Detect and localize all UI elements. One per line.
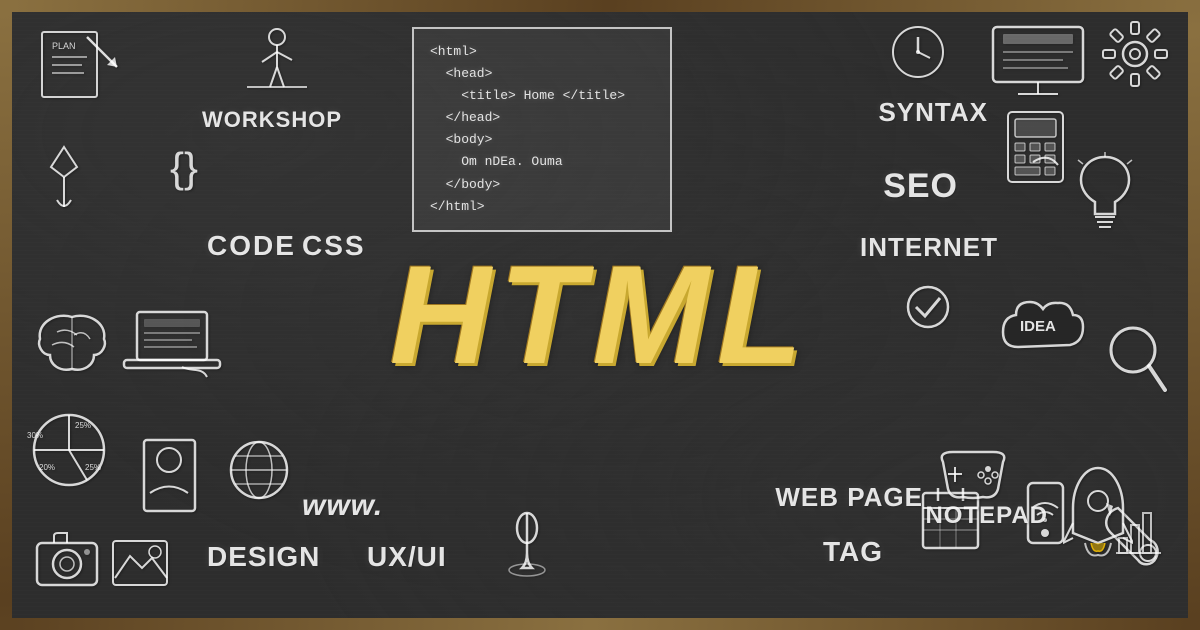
clock-icon xyxy=(888,22,948,87)
camera-icon xyxy=(32,528,102,593)
tag-label: TAG xyxy=(823,536,883,568)
www-label: www. xyxy=(302,489,383,523)
calculator-icon xyxy=(1003,107,1068,192)
design-label: DESIGN xyxy=(207,541,320,573)
landscape-photo-icon xyxy=(110,538,170,593)
curly-braces-icon: {} xyxy=(167,142,222,202)
lightbulb-icon xyxy=(1073,152,1138,242)
main-title: HTML xyxy=(390,245,811,385)
notepad-label: NOTEPAD xyxy=(925,502,1048,530)
svg-text:25%: 25% xyxy=(75,421,91,430)
pie-chart-icon: 30% 25% 25% 20% xyxy=(27,408,112,498)
code-snippet-text: <html> <head> <title> Home </title> </he… xyxy=(430,41,654,218)
touch-icon xyxy=(502,508,552,588)
ux-ui-label: UX/UI xyxy=(367,541,447,573)
rocket-icon xyxy=(1063,463,1133,568)
code-label: CODE xyxy=(207,230,296,262)
pen-nib-icon xyxy=(37,142,92,217)
seo-label: SEO xyxy=(883,167,958,206)
brain-icon xyxy=(32,307,112,387)
svg-text:IDEA: IDEA xyxy=(1020,318,1056,335)
chalkboard-background: HTML PLAN WORKSHOP xyxy=(0,0,1200,630)
game-controller-icon xyxy=(933,447,1013,507)
svg-text:25%: 25% xyxy=(85,463,101,472)
svg-text:{}: {} xyxy=(170,144,198,191)
plan-drawing-icon: PLAN xyxy=(32,27,132,107)
web-page-label: WEB PAGE xyxy=(775,482,923,513)
svg-text:30%: 30% xyxy=(27,431,43,440)
syntax-label: SYNTAX xyxy=(878,97,988,128)
globe-icon xyxy=(227,438,292,508)
idea-cloud: IDEA xyxy=(998,297,1108,367)
css-label: CSS xyxy=(302,230,366,262)
laptop-icon xyxy=(122,307,222,392)
magnifier-icon xyxy=(1103,322,1173,402)
gear-icon xyxy=(1098,17,1173,97)
workshop-label: WORKSHOP xyxy=(202,107,342,133)
person-desk-icon xyxy=(232,22,322,102)
svg-text:PLAN: PLAN xyxy=(52,41,76,51)
person-profile-icon xyxy=(142,438,197,518)
checkmark-icon xyxy=(903,282,953,337)
code-snippet-box: <html> <head> <title> Home </title> </he… xyxy=(412,27,672,232)
internet-label: INTERNET xyxy=(860,232,998,263)
monitor-icon xyxy=(988,22,1088,107)
svg-text:20%: 20% xyxy=(39,463,55,472)
